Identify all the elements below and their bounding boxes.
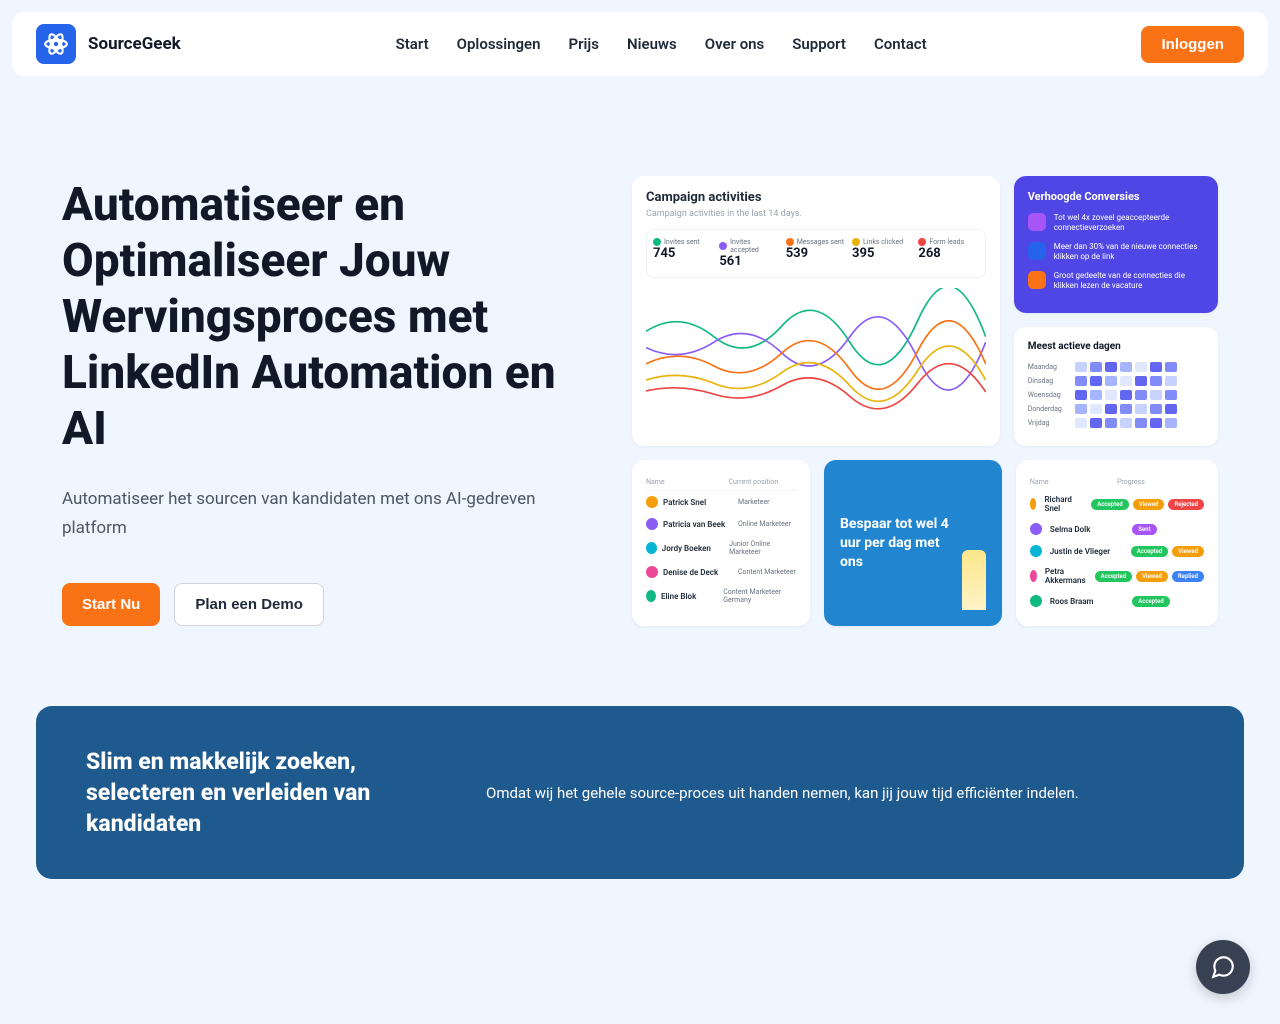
login-button[interactable]: Inloggen [1141,26,1244,63]
stat-item: Messages sent539 [786,238,846,269]
nav-link-contact[interactable]: Contact [874,35,927,53]
logo-icon [36,24,76,64]
day-row: Donderdag [1028,404,1204,414]
progress-head-progress: Progress [1117,478,1145,486]
conversions-card: Verhoogde Conversies Tot wel 4x zoveel g… [1014,176,1218,313]
campaign-activities-card: Campaign activities Campaign activities … [632,176,1000,446]
stat-item: Links clicked395 [852,238,912,269]
nav-link-prijs[interactable]: Prijs [569,35,599,53]
people-list-card: NameCurrent position Patrick SnelMarkete… [632,460,810,626]
people-head-name: Name [646,478,728,486]
day-row: Woensdag [1028,390,1204,400]
time-saving-card: Bespaar tot wel 4 uur per dag met ons [824,460,1002,626]
active-days-card: Meest actieve dagen Maandag Dinsdag Woensd… [1014,327,1218,446]
stat-item: Invites sent745 [653,238,713,269]
nav-link-nieuws[interactable]: Nieuws [627,35,677,53]
stat-item: Form leads268 [918,238,978,269]
hero-subtitle: Automatiseer het sourcen van kandidaten … [62,485,602,543]
conversions-title: Verhoogde Conversies [1028,190,1204,203]
day-row: Dinsdag [1028,376,1204,386]
hero-illustration: Campaign activities Campaign activities … [632,176,1218,626]
nav-link-over-ons[interactable]: Over ons [705,35,765,53]
people-row: Jordy BoekenJunior Online Marketeer [646,535,796,561]
chat-icon [1210,954,1236,980]
sub-banner-text: Omdat wij het gehele source-proces uit h… [486,781,1079,805]
people-row: Patrick SnelMarketeer [646,491,796,513]
hero-section: Automatiseer en Optimaliseer Jouw Wervin… [12,116,1268,706]
progress-row: Petra AkkermansAccepted Viewed Replied [1030,562,1204,590]
chart-title: Campaign activities [646,190,986,205]
progress-row: Roos BraamAccepted [1030,590,1204,612]
conversion-item: Groot gedeelte van de connecties die kli… [1028,271,1204,292]
conversion-item: Tot wel 4x zoveel geaccepteerde connecti… [1028,213,1204,234]
brand-name: SourceGeek [88,34,181,54]
logo-section[interactable]: SourceGeek [36,24,181,64]
progress-row: Selma DolkSent [1030,518,1204,540]
time-saving-text: Bespaar tot wel 4 uur per dag met ons [840,515,952,572]
sub-banner: Slim en makkelijk zoeken, selecteren en … [36,706,1244,879]
nav-links: Start Oplossingen Prijs Nieuws Over ons Suppo… [396,35,927,53]
plan-demo-button[interactable]: Plan een Demo [174,583,324,626]
nav-link-start[interactable]: Start [396,35,429,53]
nav-link-support[interactable]: Support [792,35,846,53]
people-row: Patricia van BeekOnline Marketeer [646,513,796,535]
chart-area [646,288,986,418]
chat-button[interactable] [1196,940,1250,994]
nav-link-oplossingen[interactable]: Oplossingen [457,35,541,53]
hero-title: Automatiseer en Optimaliseer Jouw Wervin… [62,177,602,458]
progress-row: Richard SnelAccepted Viewed Rejected [1030,490,1204,518]
day-row: Vrijdag [1028,418,1204,428]
progress-row: Justin de VliegerAccepted Viewed [1030,540,1204,562]
people-row: Denise de DeckContent Marketeer [646,561,796,583]
start-now-button[interactable]: Start Nu [62,583,160,626]
people-head-position: Current position [728,478,778,486]
navbar: SourceGeek Start Oplossingen Prijs Nieuws Ov… [12,12,1268,76]
progress-card: NameProgress Richard SnelAccepted Viewed… [1016,460,1218,626]
progress-head-name: Name [1030,478,1117,486]
stat-item: Invites accepted561 [719,238,779,269]
chart-subtitle: Campaign activities in the last 14 days. [646,209,986,219]
day-row: Maandag [1028,362,1204,372]
people-row: Eline BlokContent Marketeer Germany [646,583,796,609]
sub-banner-title: Slim en makkelijk zoeken, selecteren en … [86,746,426,839]
conversion-item: Meer dan 30% van de nieuwe connecties kl… [1028,242,1204,263]
active-days-title: Meest actieve dagen [1028,341,1204,352]
person-image [962,550,986,610]
